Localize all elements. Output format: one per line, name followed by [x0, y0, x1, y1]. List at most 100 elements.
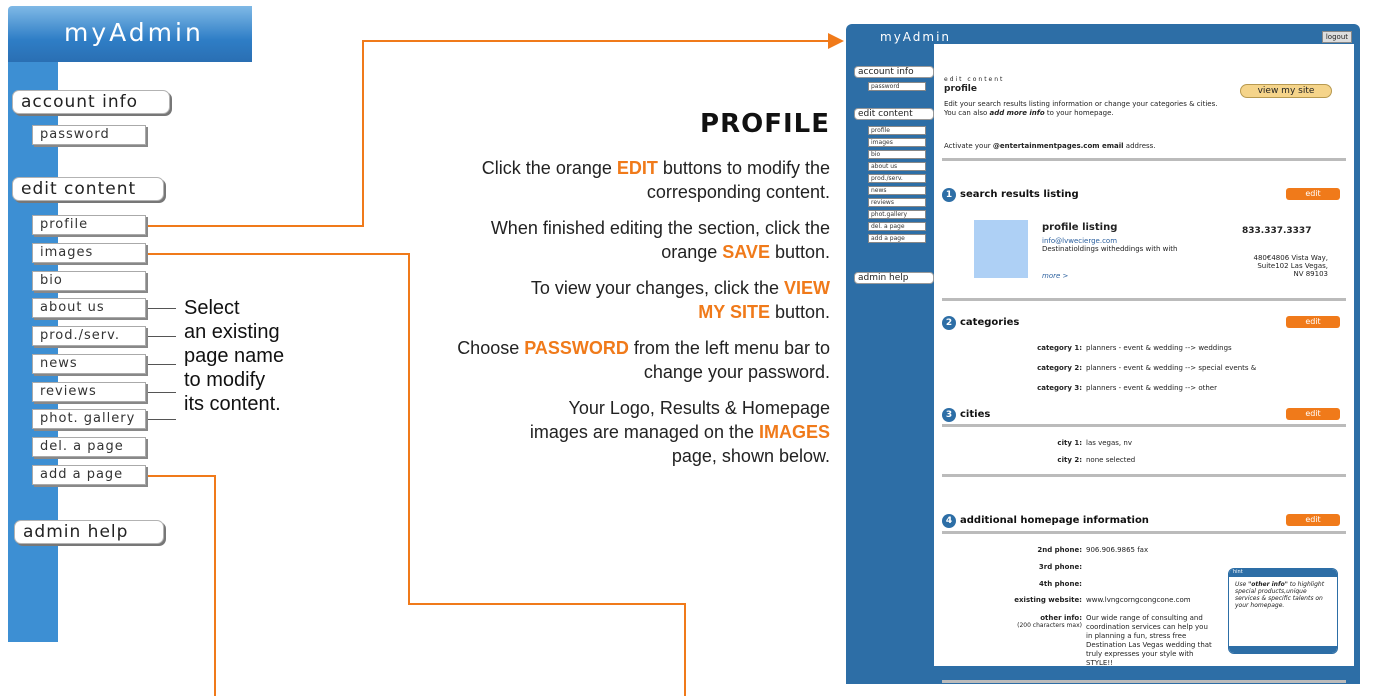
hint-title: hint [1229, 569, 1337, 577]
preview-password-button[interactable]: password [868, 82, 926, 91]
divider [942, 531, 1346, 534]
edit-button[interactable]: edit [1286, 408, 1340, 420]
preview-menu-add-a-page[interactable]: add a page [868, 234, 926, 243]
preview-menu-prod-serv[interactable]: prod./serv. [868, 174, 926, 183]
section-title: additional homepage information [960, 515, 1149, 526]
field-value: las vegas, nv [1086, 439, 1132, 447]
field-label: existing website: [1014, 596, 1082, 604]
select-note-line: its content. [184, 393, 281, 415]
preview-account-info-button[interactable]: account info [854, 66, 934, 78]
edit-button[interactable]: edit [1286, 188, 1340, 200]
arrow-line [148, 253, 410, 255]
menu-item-images[interactable]: images [32, 243, 146, 263]
divider [942, 474, 1346, 477]
menu-item-news[interactable]: news [32, 354, 146, 374]
arrow-line [408, 253, 410, 605]
edit-content-button[interactable]: edit content [12, 177, 164, 201]
listing-description: Destinatioldings witheddings with with [1042, 245, 1178, 253]
password-button[interactable]: password [32, 125, 146, 145]
admin-preview-window: myAdmin logout account info password edi… [846, 24, 1360, 684]
preview-content: edit content profile view my site Edit y… [934, 44, 1354, 683]
field-label: 3rd phone: [1038, 563, 1082, 571]
left-menu-header: myAdmin [8, 6, 252, 62]
arrow-line [362, 40, 364, 227]
hint-box: hint Use "other info" to highlight speci… [1228, 568, 1338, 654]
field-label: category 1: [1037, 344, 1082, 352]
field-value: planners - event & wedding --> other [1086, 384, 1217, 392]
preview-admin-help-button[interactable]: admin help [854, 272, 934, 284]
menu-item-profile[interactable]: profile [32, 215, 146, 235]
menu-item-prod-serv[interactable]: prod./serv. [32, 326, 146, 346]
preview-activate-email: Activate your @entertainmentpages.com em… [944, 142, 1156, 150]
section-number-badge: 2 [942, 316, 956, 330]
arrow-head-icon [828, 33, 844, 49]
field-label: category 2: [1037, 364, 1082, 372]
preview-menu-images[interactable]: images [868, 138, 926, 147]
connector-line [148, 364, 176, 365]
preview-menu-bio[interactable]: bio [868, 150, 926, 159]
divider [942, 680, 1346, 683]
preview-sidebar: account info password edit content profi… [850, 44, 934, 666]
menu-item-add-a-page[interactable]: add a page [32, 465, 146, 485]
divider [942, 298, 1346, 301]
arrow-line [148, 475, 216, 477]
section-title: search results listing [960, 189, 1079, 200]
section-title: categories [960, 317, 1020, 328]
instruction-password: Choose PASSWORD from the left menu bar t… [457, 338, 830, 382]
listing-image-placeholder [974, 220, 1028, 278]
preview-menu-about-us[interactable]: about us [868, 162, 926, 171]
select-note-line: an existing [184, 321, 280, 343]
preview-edit-content-button[interactable]: edit content [854, 108, 934, 120]
select-note-line: to modify [184, 369, 266, 391]
left-menu-title: myAdmin [64, 18, 204, 47]
field-label: 4th phone: [1039, 580, 1082, 588]
preview-menu-reviews[interactable]: reviews [868, 198, 926, 207]
field-value: none selected [1086, 456, 1136, 464]
preview-intro: Edit your search results listing informa… [944, 100, 1218, 117]
listing-address: 480€4806 Vista Way, Suite102 Las Vegas, … [1253, 254, 1328, 278]
connector-line [148, 336, 176, 337]
menu-item-about-us[interactable]: about us [32, 298, 146, 318]
arrow-line [684, 603, 686, 696]
more-link[interactable]: more > [1042, 272, 1068, 280]
preview-section-label: edit content [944, 76, 1005, 83]
connector-line [148, 392, 176, 393]
field-value: 906.906.9865 fax [1086, 546, 1149, 554]
preview-title: myAdmin [880, 30, 952, 44]
menu-item-del-a-page[interactable]: del. a page [32, 437, 146, 457]
arrow-line [408, 603, 686, 605]
other-info-label: other info: [1040, 614, 1082, 622]
field-value: planners - event & wedding --> weddings [1086, 344, 1232, 352]
section-title: cities [960, 409, 991, 420]
field-label: city 1: [1057, 439, 1082, 447]
preview-page-title: profile [944, 84, 977, 94]
instructions-panel: PROFILE Click the orange EDIT buttons to… [440, 109, 830, 480]
preview-menu-news[interactable]: news [868, 186, 926, 195]
instruction-edit: Click the orange EDIT buttons to modify … [481, 158, 830, 202]
section-number-badge: 4 [942, 514, 956, 528]
field-value: planners - event & wedding --> special e… [1086, 364, 1257, 372]
hint-text: Use "other info" to highlight special pr… [1235, 581, 1325, 609]
preview-menu-profile[interactable]: profile [868, 126, 926, 135]
instruction-images: Your Logo, Results & Homepage images are… [529, 398, 830, 466]
instructions-title: PROFILE [700, 109, 830, 139]
field-label: category 3: [1037, 384, 1082, 392]
menu-item-bio[interactable]: bio [32, 271, 146, 291]
instruction-view-site: To view your changes, click the VIEW MY … [530, 278, 830, 322]
view-my-site-button[interactable]: view my site [1240, 84, 1332, 98]
edit-button[interactable]: edit [1286, 316, 1340, 328]
menu-item-phot-gallery[interactable]: phot. gallery [32, 409, 146, 429]
menu-item-reviews[interactable]: reviews [32, 382, 146, 402]
field-label: 2nd phone: [1037, 546, 1082, 554]
other-info-value: Our wide range of consulting and coordin… [1086, 614, 1212, 667]
divider [942, 424, 1346, 427]
arrow-line [214, 475, 216, 696]
preview-menu-del-a-page[interactable]: del. a page [868, 222, 926, 231]
edit-button[interactable]: edit [1286, 514, 1340, 526]
logout-button[interactable]: logout [1321, 31, 1352, 43]
preview-menu-phot-gallery[interactable]: phot.gallery [868, 210, 926, 219]
account-info-button[interactable]: account info [12, 90, 170, 114]
field-value: www.lvngcorngcongcone.com [1086, 596, 1191, 604]
instruction-save: When finished editing the section, click… [490, 218, 830, 262]
admin-help-button[interactable]: admin help [14, 520, 164, 544]
